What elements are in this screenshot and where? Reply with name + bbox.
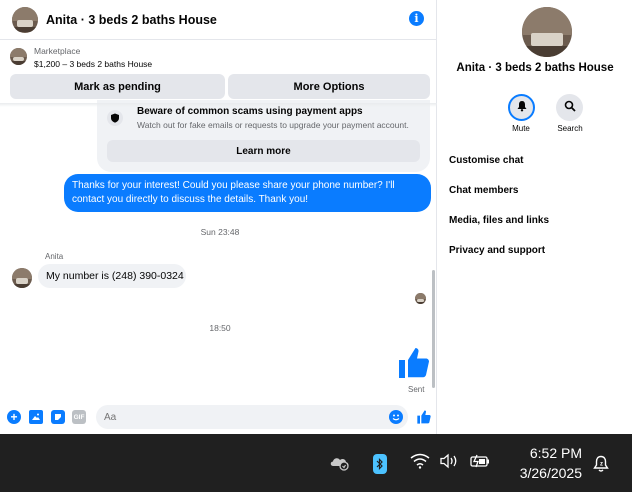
sender-name: Anita: [45, 252, 64, 261]
info-icon[interactable]: i: [409, 11, 424, 26]
more-options-button[interactable]: More Options: [228, 74, 430, 99]
gif-icon[interactable]: GIF: [72, 410, 86, 424]
bluetooth-icon[interactable]: [373, 454, 387, 474]
shield-icon: [107, 110, 123, 126]
composer-bar: + GIF: [0, 402, 437, 432]
wifi-icon[interactable]: [410, 453, 430, 469]
chat-title[interactable]: Anita · 3 beds 2 baths House: [46, 13, 217, 27]
clock-date[interactable]: 3/26/2025: [500, 465, 582, 481]
scam-warning-card: Beware of common scams using payment app…: [97, 100, 430, 172]
listing-detail: $1,200 – 3 beds 2 baths House: [34, 59, 153, 69]
message-timestamp: Sun 23:48: [200, 227, 240, 237]
header-divider: [0, 103, 437, 107]
scam-warning-title: Beware of common scams using payment app…: [137, 106, 363, 117]
seen-indicator-avatar: [415, 293, 426, 304]
mute-button[interactable]: [508, 94, 535, 121]
scam-warning-text: Watch out for fake emails or requests to…: [137, 120, 409, 130]
listing-avatar[interactable]: [12, 6, 38, 33]
sticker-icon[interactable]: [51, 410, 65, 424]
mark-as-pending-button[interactable]: Mark as pending: [10, 74, 225, 99]
thumbs-up-icon[interactable]: [396, 345, 432, 386]
search-label: Search: [557, 124, 583, 133]
notification-icon[interactable]: z: [592, 455, 610, 478]
photo-icon[interactable]: [29, 410, 43, 424]
chat-pane: Anita · 3 beds 2 baths House i Marketpla…: [0, 0, 437, 434]
chat-scrollbar[interactable]: [432, 270, 435, 388]
listing-thumbnail: [10, 48, 27, 65]
clock-time[interactable]: 6:52 PM: [510, 445, 582, 461]
plus-icon[interactable]: +: [7, 410, 21, 424]
listing-summary[interactable]: Marketplace $1,200 – 3 beds 2 baths Hous…: [0, 41, 437, 73]
conversation-info-panel: Anita · 3 beds 2 baths House Mute Search…: [438, 0, 632, 434]
message-input[interactable]: [96, 405, 408, 429]
app-window: Anita · 3 beds 2 baths House i Marketpla…: [0, 0, 632, 492]
bell-icon: [516, 99, 528, 117]
customise-chat-item[interactable]: Customise chat: [449, 155, 523, 166]
like-icon[interactable]: [416, 409, 432, 430]
privacy-support-item[interactable]: Privacy and support: [449, 245, 545, 256]
search-button[interactable]: [556, 94, 583, 121]
conversation-avatar[interactable]: [522, 7, 572, 57]
search-icon: [564, 99, 576, 117]
media-files-links-item[interactable]: Media, files and links: [449, 215, 549, 226]
svg-text:z: z: [600, 462, 603, 468]
contact-avatar[interactable]: [12, 268, 32, 288]
mute-label: Mute: [512, 124, 530, 133]
volume-icon[interactable]: [439, 453, 461, 469]
taskbar: 6:52 PM 3/26/2025 z: [0, 434, 632, 492]
chat-members-item[interactable]: Chat members: [449, 185, 518, 196]
incoming-message[interactable]: My number is (248) 390-0324: [38, 264, 186, 288]
message-timestamp: 18:50: [209, 323, 231, 333]
listing-source: Marketplace: [34, 46, 81, 56]
battery-icon[interactable]: [469, 453, 491, 469]
conversation-title: Anita · 3 beds 2 baths House: [456, 62, 614, 74]
onedrive-icon[interactable]: [329, 453, 351, 471]
chat-header: Anita · 3 beds 2 baths House i: [0, 0, 437, 40]
emoji-icon[interactable]: [389, 410, 403, 424]
outgoing-message[interactable]: Thanks for your interest! Could you plea…: [64, 174, 431, 212]
sent-status: Sent: [408, 385, 425, 394]
learn-more-button[interactable]: Learn more: [107, 140, 420, 162]
